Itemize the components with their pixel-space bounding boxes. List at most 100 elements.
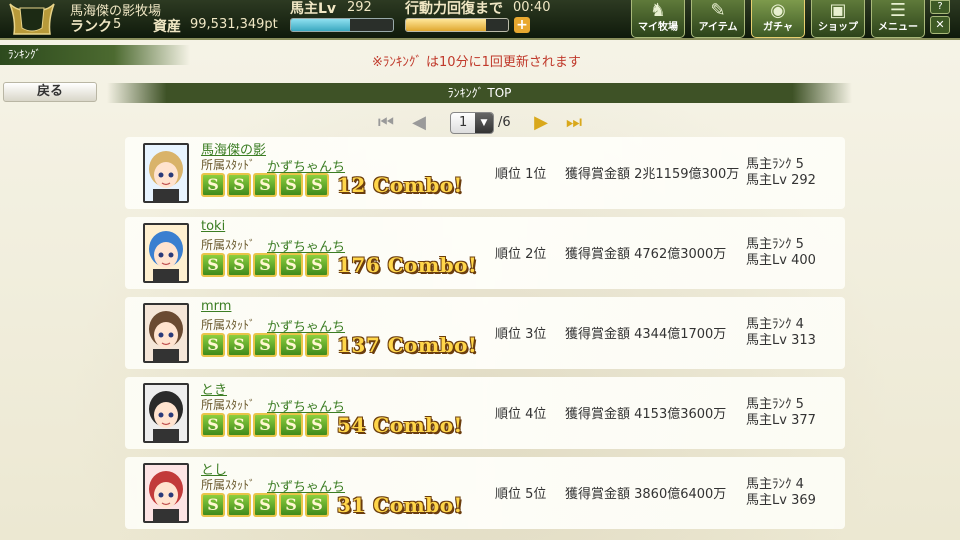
combo-badges: S S S S S 31 Combo! [201,493,463,517]
s-rank-badge: S [253,413,277,437]
nav-gacha-label: ガチャ [763,22,793,33]
combo-count: 137 Combo! [337,333,478,357]
back-button[interactable]: 戻る [3,82,97,102]
player-avatar[interactable] [143,463,189,523]
ranking-place: 順位 5位 [495,487,547,502]
player-name-link[interactable]: mrm [201,299,231,314]
s-rank-badge: S [279,173,303,197]
nav-items-label: アイテム [698,22,738,33]
prize-money: 獲得賞金額 2兆1159億300万 [565,167,740,182]
add-action-points-button[interactable]: + [514,17,530,33]
ranking-row: mrm 所属ｽﾀｯﾄﾞ かずちゃんち S S S S S 137 Combo! … [125,297,845,369]
combo-count: 176 Combo! [337,253,478,277]
stable-label: 所属ｽﾀｯﾄﾞ [201,238,256,252]
level-progress-bar [290,18,394,32]
rank-label: ランク [70,19,112,35]
s-rank-badge: S [305,173,329,197]
action-points-timer: 00:40 [513,0,551,15]
help-button[interactable]: ? [930,0,950,14]
gacha-icon: ◉ [770,0,786,21]
s-rank-badge: S [201,173,225,197]
combo-badges: S S S S S 54 Combo! [201,413,463,437]
action-points-bar [405,18,509,32]
combo-badges: S S S S S 176 Combo! [201,253,477,277]
next-page-icon[interactable]: ▶ [530,112,552,134]
nav-shop-label: ショップ [818,22,858,33]
last-page-icon[interactable]: ⏭ [558,112,590,134]
prev-page-icon[interactable]: ◀ [408,112,430,134]
page-select[interactable]: 1 ▼ [450,112,494,134]
ranking-place: 順位 4位 [495,407,547,422]
rank-crest-icon [6,0,58,40]
s-rank-badge: S [253,253,277,277]
prize-money: 獲得賞金額 4153億3600万 [565,407,727,422]
prize-money: 獲得賞金額 4762億3000万 [565,247,727,262]
action-points-fill [406,19,486,31]
player-avatar[interactable] [143,223,189,283]
page-select-value: 1 [459,115,468,130]
owner-level: 馬主Lv 369 [746,493,816,508]
player-name-link[interactable]: toki [201,219,225,234]
combo-badges: S S S S S 12 Combo! [201,173,463,197]
s-rank-badge: S [253,333,277,357]
ranking-place: 順位 1位 [495,167,547,182]
owner-level-value: 292 [347,0,372,15]
nav-menu-label: メニュー [878,22,918,33]
ranking-row: とき 所属ｽﾀｯﾄﾞ かずちゃんち S S S S S 54 Combo! 順位… [125,377,845,449]
s-rank-badge: S [201,413,225,437]
stable-label: 所属ｽﾀｯﾄﾞ [201,478,256,492]
nav-items-button[interactable]: ✎ アイテム [691,0,745,38]
rank-value: 5 [113,17,122,32]
s-rank-badge: S [305,253,329,277]
player-avatar[interactable] [143,303,189,363]
s-rank-badge: S [279,493,303,517]
asset-label: 資産 [153,19,181,35]
owner-level-label: 馬主Lv [290,1,337,17]
stable-label: 所属ｽﾀｯﾄﾞ [201,398,256,412]
s-rank-badge: S [227,493,251,517]
owner-level: 馬主Lv 292 [746,173,816,188]
ranking-place: 順位 2位 [495,247,547,262]
s-rank-badge: S [201,253,225,277]
s-rank-badge: S [227,413,251,437]
s-rank-badge: S [227,253,251,277]
s-rank-badge: S [305,413,329,437]
s-rank-badge: S [279,253,303,277]
prize-money: 獲得賞金額 3860億6400万 [565,487,727,502]
s-rank-badge: S [279,333,303,357]
update-notice: ※ﾗﾝｷﾝｸﾞ は10分に1回更新されます [372,55,581,70]
s-rank-badge: S [305,333,329,357]
menu-list-icon: ☰ [889,0,907,21]
s-rank-badge: S [253,173,277,197]
owner-level: 馬主Lv 313 [746,333,816,348]
page-total: /6 [498,115,511,130]
horse-icon: ♞ [649,0,667,21]
asset-value: 99,531,349pt [190,17,278,32]
owner-level: 馬主Lv 377 [746,413,816,428]
nav-shop-button[interactable]: ▣ ショップ [811,0,865,38]
shop-bag-icon: ▣ [829,0,847,21]
ranking-row: 馬海傑の影 所属ｽﾀｯﾄﾞ かずちゃんち S S S S S 12 Combo!… [125,137,845,209]
s-rank-badge: S [201,493,225,517]
prize-money: 獲得賞金額 4344億1700万 [565,327,727,342]
combo-count: 31 Combo! [337,493,463,517]
nav-my-farm-label: マイ牧場 [638,22,678,33]
nav-gacha-button[interactable]: ◉ ガチャ [751,0,805,38]
s-rank-badge: S [201,333,225,357]
nav-menu-button[interactable]: ☰ メニュー [871,0,925,38]
s-rank-badge: S [305,493,329,517]
first-page-icon[interactable]: ⏮ [370,112,402,134]
sound-mute-button[interactable]: ✕ [930,16,950,34]
ranking-row: toki 所属ｽﾀｯﾄﾞ かずちゃんち S S S S S 176 Combo!… [125,217,845,289]
action-points-label: 行動力回復まで [405,1,503,17]
combo-count: 54 Combo! [337,413,463,437]
player-avatar[interactable] [143,383,189,443]
pen-icon: ✎ [710,0,726,21]
s-rank-badge: S [279,413,303,437]
nav-my-farm-button[interactable]: ♞ マイ牧場 [631,0,685,38]
owner-level: 馬主Lv 400 [746,253,816,268]
ranking-place: 順位 3位 [495,327,547,342]
top-status-bar: 馬海傑の影牧場 ランク 5 資産 99,531,349pt 馬主Lv 292 行… [0,0,960,40]
s-rank-badge: S [227,173,251,197]
player-avatar[interactable] [143,143,189,203]
